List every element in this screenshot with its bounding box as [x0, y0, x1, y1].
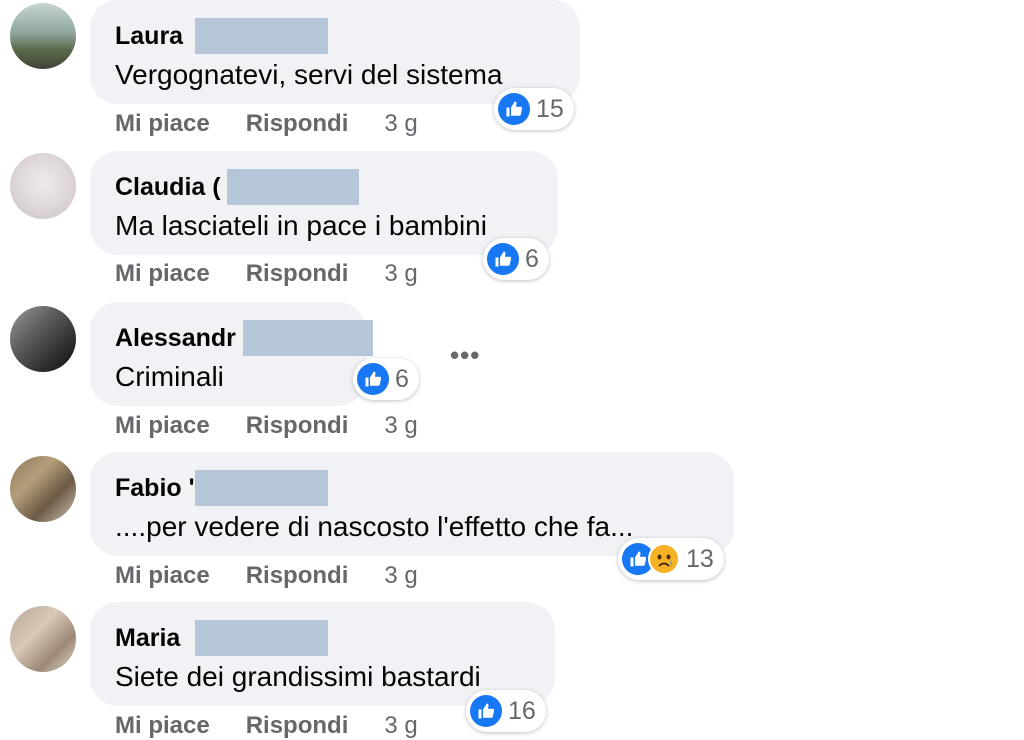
author-name[interactable]: Fabio ' — [115, 470, 195, 506]
timestamp[interactable]: 3 g — [384, 412, 417, 440]
avatar[interactable] — [10, 306, 76, 372]
timestamp[interactable]: 3 g — [384, 260, 417, 288]
redaction-block — [195, 620, 328, 656]
like-button[interactable]: Mi piace — [115, 412, 210, 440]
author-name[interactable]: Alessandr — [115, 320, 236, 356]
comment-text: Ma lasciateli in pace i bambini — [115, 210, 487, 241]
reply-button[interactable]: Rispondi — [246, 110, 349, 138]
comment-bubble: Alessandr Criminali — [90, 302, 373, 406]
thumbs-up-icon — [498, 93, 530, 125]
reaction-count: 6 — [395, 364, 409, 393]
comment-actions: Mi piace Rispondi 3 g — [115, 110, 418, 138]
comment-text: Criminali — [115, 361, 224, 392]
reaction-count: 13 — [686, 544, 714, 573]
author-name[interactable]: Laura — [115, 18, 183, 54]
redaction-block — [195, 470, 328, 506]
thumbs-up-icon — [470, 695, 502, 727]
reaction-summary[interactable]: 6 — [353, 358, 419, 400]
comment-bubble: Claudia ( Ma lasciateli in pace i bambin… — [90, 151, 558, 255]
like-button[interactable]: Mi piace — [115, 260, 210, 288]
comment-actions: Mi piace Rispondi 3 g — [115, 412, 418, 440]
thumbs-up-icon — [487, 243, 519, 275]
thumbs-up-icon — [357, 363, 389, 395]
more-options-icon[interactable]: ••• — [450, 340, 480, 371]
avatar[interactable] — [10, 606, 76, 672]
like-button[interactable]: Mi piace — [115, 110, 210, 138]
comment-actions: Mi piace Rispondi 3 g — [115, 562, 418, 590]
reply-button[interactable]: Rispondi — [246, 712, 349, 740]
reaction-summary[interactable]: 15 — [494, 88, 574, 130]
timestamp[interactable]: 3 g — [384, 110, 417, 138]
avatar[interactable] — [10, 3, 76, 69]
reaction-summary[interactable]: 16 — [466, 690, 546, 732]
reaction-summary[interactable]: 6 — [483, 238, 549, 280]
like-button[interactable]: Mi piace — [115, 562, 210, 590]
reaction-count: 15 — [536, 94, 564, 123]
reply-button[interactable]: Rispondi — [246, 562, 349, 590]
timestamp[interactable]: 3 g — [384, 562, 417, 590]
redaction-block — [243, 320, 373, 356]
reaction-summary[interactable]: 13 — [618, 538, 724, 580]
reply-button[interactable]: Rispondi — [246, 260, 349, 288]
author-name[interactable]: Claudia ( — [115, 169, 221, 205]
author-name[interactable]: Maria — [115, 620, 180, 656]
like-button[interactable]: Mi piace — [115, 712, 210, 740]
reaction-count: 16 — [508, 696, 536, 725]
reaction-count: 6 — [525, 244, 539, 273]
redaction-block — [227, 169, 359, 205]
reply-button[interactable]: Rispondi — [246, 412, 349, 440]
comment-actions: Mi piace Rispondi 3 g — [115, 260, 418, 288]
avatar[interactable] — [10, 456, 76, 522]
timestamp[interactable]: 3 g — [384, 712, 417, 740]
redaction-block — [195, 18, 328, 54]
avatar[interactable] — [10, 153, 76, 219]
comment-actions: Mi piace Rispondi 3 g — [115, 712, 418, 740]
sad-face-icon — [648, 543, 680, 575]
